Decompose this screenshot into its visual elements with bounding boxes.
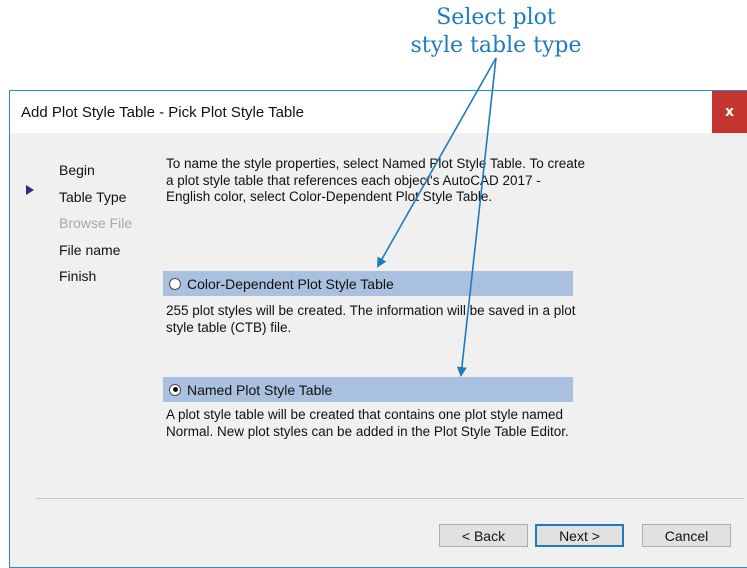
- callout-line-2: style table type: [410, 33, 582, 58]
- title-bar: Add Plot Style Table - Pick Plot Style T…: [10, 91, 747, 133]
- current-step-arrow-icon: [26, 185, 34, 195]
- step-browse-file: Browse File: [59, 215, 133, 231]
- color-dependent-description: 255 plot styles will be created. The inf…: [166, 303, 576, 335]
- button-separator: [36, 498, 744, 499]
- color-dependent-label: Color-Dependent Plot Style Table: [187, 275, 394, 292]
- plot-style-dialog: Add Plot Style Table - Pick Plot Style T…: [9, 90, 747, 568]
- named-description: A plot style table will be created that …: [166, 407, 569, 439]
- back-button[interactable]: < Back: [439, 524, 528, 547]
- cancel-button[interactable]: Cancel: [642, 524, 731, 547]
- callout-line-1: Select plot: [436, 5, 556, 30]
- screenshot-stage: Select plot style table type Add Plot St…: [0, 0, 747, 568]
- next-button[interactable]: Next >: [535, 524, 624, 547]
- dialog-title: Add Plot Style Table - Pick Plot Style T…: [21, 104, 304, 121]
- step-begin: Begin: [59, 162, 95, 178]
- callout-annotation: Select plot style table type: [400, 4, 592, 60]
- close-icon: x: [724, 104, 735, 120]
- named-option[interactable]: Named Plot Style Table: [163, 377, 573, 402]
- named-label: Named Plot Style Table: [187, 381, 333, 398]
- color-dependent-radio[interactable]: [169, 277, 181, 290]
- step-finish: Finish: [59, 268, 97, 284]
- step-file-name: File name: [59, 241, 121, 258]
- close-button[interactable]: x: [712, 91, 747, 133]
- named-radio[interactable]: [169, 383, 181, 396]
- intro-text: To name the style properties, select Nam…: [166, 156, 585, 204]
- color-dependent-option[interactable]: Color-Dependent Plot Style Table: [163, 271, 573, 296]
- wizard-steps: Begin Table Type Browse File File name F…: [59, 157, 132, 290]
- step-table-type: Table Type: [59, 188, 127, 205]
